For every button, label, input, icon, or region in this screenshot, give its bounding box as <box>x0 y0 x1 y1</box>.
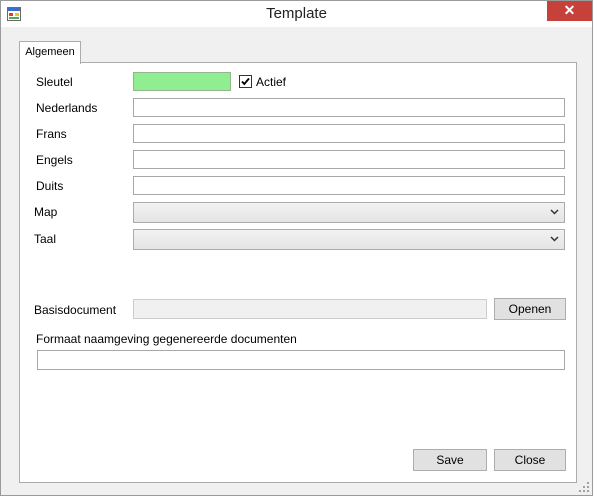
sleutel-label: Sleutel <box>36 75 73 89</box>
naamformaat-label: Formaat naamgeving gegenereerde document… <box>36 332 297 346</box>
window-title: Template <box>266 5 327 22</box>
openen-button[interactable]: Openen <box>494 298 566 320</box>
frans-label: Frans <box>36 127 67 141</box>
duits-field[interactable] <box>133 176 565 195</box>
nederlands-label: Nederlands <box>36 101 98 115</box>
chevron-down-icon <box>550 236 559 242</box>
actief-checkbox[interactable] <box>239 75 252 88</box>
check-icon <box>241 77 250 86</box>
nederlands-field[interactable] <box>133 98 565 117</box>
template-window: Template ✕ Algemeen Sleutel Actief Neder… <box>0 0 593 496</box>
naamformaat-field[interactable] <box>37 350 565 370</box>
basisdocument-field <box>133 299 487 319</box>
frans-field[interactable] <box>133 124 565 143</box>
close-window-button[interactable]: ✕ <box>547 1 592 21</box>
chevron-down-icon <box>550 209 559 215</box>
close-button[interactable]: Close <box>494 449 566 471</box>
engels-label: Engels <box>36 153 73 167</box>
taal-label: Taal <box>34 232 57 246</box>
map-label: Map <box>34 205 58 219</box>
tab-algemeen[interactable]: Algemeen <box>19 41 81 64</box>
close-icon: ✕ <box>563 2 576 18</box>
actief-label: Actief <box>256 75 287 89</box>
map-dropdown[interactable] <box>133 202 565 223</box>
duits-label: Duits <box>36 179 64 193</box>
resize-grip-icon[interactable] <box>578 481 590 493</box>
title-bar: Template ✕ <box>1 1 592 27</box>
tab-label: Algemeen <box>25 46 75 58</box>
save-button[interactable]: Save <box>413 449 487 471</box>
engels-field[interactable] <box>133 150 565 169</box>
basisdocument-label: Basisdocument <box>34 303 117 317</box>
taal-dropdown[interactable] <box>133 229 565 250</box>
sleutel-field[interactable] <box>133 72 231 91</box>
